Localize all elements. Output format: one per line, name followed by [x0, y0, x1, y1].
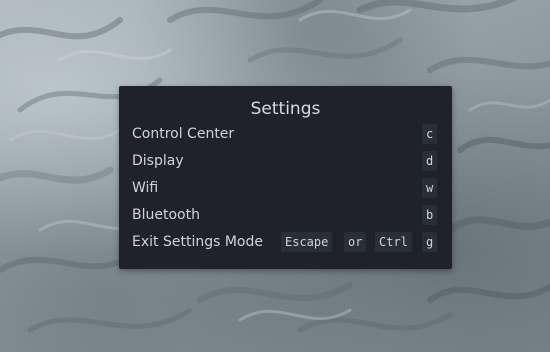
shortcut-key-escape: Escape: [281, 232, 333, 252]
settings-item-label: Wifi: [132, 180, 159, 196]
shortcut-key: b: [422, 205, 438, 225]
shortcut-separator: or: [344, 232, 367, 252]
panel-title: Settings: [250, 99, 321, 119]
settings-item-bluetooth[interactable]: Bluetooth b: [119, 204, 452, 226]
settings-item-label: Control Center: [132, 126, 235, 142]
settings-item-label: Bluetooth: [132, 207, 200, 223]
shortcut-key-ctrl: Ctrl: [375, 232, 412, 252]
settings-item-display[interactable]: Display d: [119, 150, 452, 172]
shortcut-key: c: [422, 124, 438, 144]
settings-item-wifi[interactable]: Wifi w: [119, 177, 452, 199]
settings-item-exit[interactable]: Exit Settings Mode Escape or Ctrl g: [119, 231, 452, 253]
settings-item-label: Display: [132, 153, 184, 169]
shortcut-key: d: [422, 151, 438, 171]
settings-item-label: Exit Settings Mode: [132, 234, 263, 250]
settings-item-control-center[interactable]: Control Center c: [119, 123, 452, 145]
shortcut-key: w: [422, 178, 438, 198]
shortcut-key-g: g: [422, 232, 438, 252]
